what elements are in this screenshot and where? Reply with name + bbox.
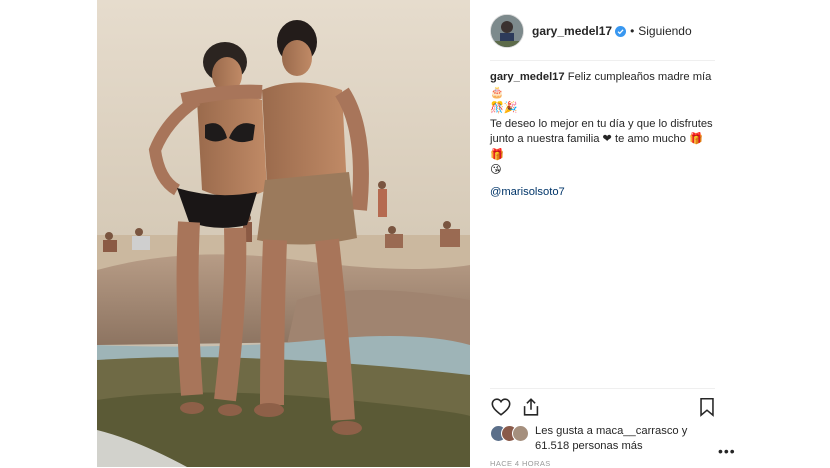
likes-line-1: Les gusta a maca__carrasco y — [535, 425, 688, 437]
header-separator: • — [630, 24, 635, 38]
caption-mention-link[interactable]: @marisolsoto7 — [490, 185, 715, 201]
more-options-icon[interactable]: ••• — [718, 443, 736, 459]
profile-avatar[interactable] — [490, 14, 524, 48]
beach-photo-illustration — [97, 0, 470, 467]
header-divider — [490, 60, 715, 61]
share-icon[interactable] — [520, 396, 542, 418]
liker-avatars — [490, 425, 534, 442]
avatar-image — [491, 15, 523, 47]
verified-badge-icon — [615, 25, 627, 37]
caption-text-4: 😘 — [490, 164, 502, 176]
likes-text[interactable]: Les gusta a maca__carrasco y 61.518 pers… — [535, 424, 725, 454]
caption-text-2: Te deseo lo mejor en tu día y que lo dis… — [490, 117, 713, 130]
post-actions-bar — [490, 396, 715, 420]
caption-username[interactable]: gary_medel17 — [490, 71, 565, 83]
bookmark-icon[interactable] — [696, 396, 718, 418]
header-username[interactable]: gary_medel17 — [532, 24, 612, 38]
caption-text-1b: 🎊🎉 — [490, 102, 518, 114]
actions-divider — [490, 388, 715, 389]
likes-section: Les gusta a maca__carrasco y 61.518 pers… — [490, 424, 735, 459]
liker-avatar[interactable] — [512, 425, 529, 442]
caption-text-3: junto a nuestra familia ❤ te amo mucho 🎁… — [490, 133, 703, 161]
post-photo — [97, 0, 470, 467]
post-side-panel: gary_medel17 • Siguiendo gary_medel17 Fe… — [470, 0, 735, 468]
post-header: gary_medel17 • Siguiendo — [490, 14, 712, 48]
likes-line-2: 61.518 personas más — [535, 440, 643, 452]
following-button[interactable]: Siguiendo — [638, 24, 691, 38]
heart-outline-icon[interactable] — [490, 396, 512, 418]
post-caption: gary_medel17 Feliz cumpleaños madre mía … — [490, 70, 715, 200]
caption-first-line: gary_medel17 Feliz cumpleaños madre mía … — [490, 70, 715, 101]
